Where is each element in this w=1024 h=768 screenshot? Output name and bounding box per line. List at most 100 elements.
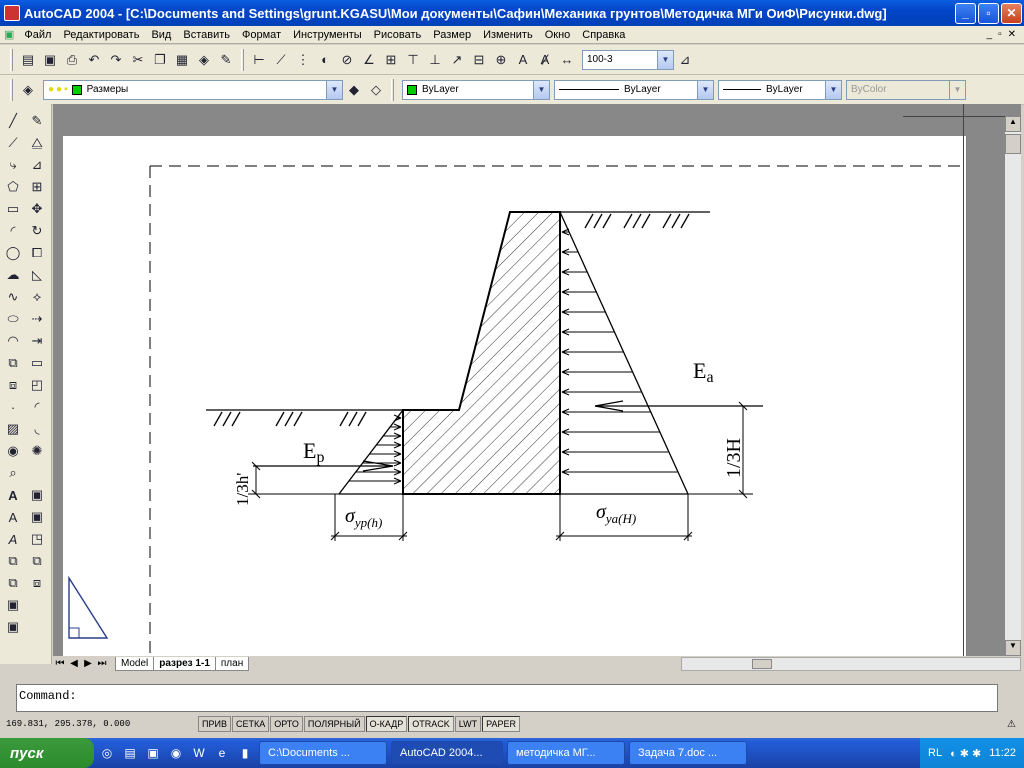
command-line[interactable]: Command: [16, 684, 998, 712]
dim-angular-icon[interactable]: ∠ [358, 49, 380, 71]
otrack-toggle[interactable]: OTRACK [408, 716, 454, 732]
join-icon[interactable]: ▭ [26, 352, 48, 374]
layer-tool-icon[interactable]: ⧉ [2, 550, 24, 572]
chevron-down-icon[interactable]: ▼ [825, 80, 841, 99]
rectangle-icon[interactable]: ▭ [2, 198, 24, 220]
paper-toggle[interactable]: PAPER [482, 716, 520, 732]
undo-icon[interactable]: ↶ [83, 49, 105, 71]
tab-section[interactable]: разрез 1-1 [153, 656, 216, 671]
color-select[interactable]: ByLayer ▼ [402, 79, 550, 100]
toolbar-grip[interactable] [10, 48, 13, 71]
mirror-icon[interactable]: ⧋ [26, 132, 48, 154]
erase-icon[interactable]: ✎ [26, 110, 48, 132]
array-icon[interactable]: ⊞ [26, 176, 48, 198]
comm-center-icon[interactable]: ⚠ [1007, 719, 1016, 730]
tab-first-button[interactable]: ⏮ [53, 658, 67, 669]
hatch-icon[interactable]: ▨ [2, 418, 24, 440]
doc-restore-button[interactable]: ▫ [998, 29, 1002, 40]
doc-close-button[interactable]: ✕ [1008, 29, 1016, 40]
quicklaunch-icon-3[interactable]: ▣ [143, 743, 163, 763]
menu-window[interactable]: Окно [539, 29, 577, 41]
quicklaunch-icon-2[interactable]: ▤ [120, 743, 140, 763]
menu-modify[interactable]: Изменить [477, 29, 539, 41]
menu-help[interactable]: Справка [576, 29, 631, 41]
dim-aligned-icon[interactable]: ⟋ [270, 49, 292, 71]
drawing-area[interactable]: Ea Ep 1/3H 1/3h' σyp(h) σya(H) [53, 104, 1021, 656]
cut-icon[interactable]: ✂ [127, 49, 149, 71]
fillet-icon[interactable]: ◜ [26, 396, 48, 418]
viewport-2-icon[interactable]: ▣ [26, 506, 48, 528]
tolerance-icon[interactable]: ⊟ [468, 49, 490, 71]
layer-tool-4-icon[interactable]: ▣ [2, 616, 24, 638]
copy-icon[interactable]: ❐ [149, 49, 171, 71]
chevron-down-icon[interactable]: ▼ [533, 80, 549, 99]
tab-model[interactable]: Model [115, 656, 155, 671]
menu-edit[interactable]: Редактировать [57, 29, 145, 41]
vertical-scrollbar[interactable]: ▲ ▼ [1005, 116, 1021, 656]
dim-style-icon[interactable]: ⊿ [674, 49, 696, 71]
paste-icon[interactable]: ▦ [171, 49, 193, 71]
match-properties-icon[interactable]: ✎ [215, 49, 237, 71]
construction-line-icon[interactable]: ⟋ [2, 132, 24, 154]
point-icon[interactable]: · [2, 396, 24, 418]
quicklaunch-icon-1[interactable]: ◎ [97, 743, 117, 763]
chevron-down-icon[interactable]: ▼ [326, 80, 342, 99]
circle-icon[interactable]: ◯ [2, 242, 24, 264]
layer-select[interactable]: ● ● ▪ Размеры ▼ [43, 79, 343, 100]
hscroll-thumb[interactable] [752, 658, 772, 669]
quicklaunch-icon-4[interactable]: ◉ [166, 743, 186, 763]
arc-icon[interactable]: ◜ [2, 220, 24, 242]
center-mark-icon[interactable]: ⊕ [490, 49, 512, 71]
layer-tool-2-icon[interactable]: ⧉ [2, 572, 24, 594]
menu-view[interactable]: Вид [145, 29, 177, 41]
menu-insert[interactable]: Вставить [177, 29, 236, 41]
stretch-icon[interactable]: ◺ [26, 264, 48, 286]
chamfer-icon[interactable]: ◰ [26, 374, 48, 396]
dim-linear-icon[interactable]: ⊢ [248, 49, 270, 71]
explode-icon[interactable]: ✺ [26, 440, 48, 462]
scroll-thumb[interactable] [1005, 134, 1021, 154]
trim-icon[interactable]: ⟡ [26, 286, 48, 308]
table-icon[interactable]: ⌕ [2, 462, 24, 484]
move-icon[interactable]: ✥ [26, 198, 48, 220]
insert-block-icon[interactable]: ⧉ [2, 352, 24, 374]
lwt-toggle[interactable]: LWT [454, 716, 482, 732]
ortho-toggle[interactable]: ОРТО [270, 716, 303, 732]
menu-format[interactable]: Формат [236, 29, 287, 41]
layer-previous-icon[interactable]: ◇ [365, 79, 387, 101]
make-block-icon[interactable]: ⧈ [2, 374, 24, 396]
leader-icon[interactable]: ↗ [446, 49, 468, 71]
quick-dim-icon[interactable]: ⊞ [380, 49, 402, 71]
menu-draw[interactable]: Рисовать [368, 29, 428, 41]
new-icon[interactable]: ▤ [17, 49, 39, 71]
redo-icon[interactable]: ↷ [105, 49, 127, 71]
task-autocad[interactable]: AutoCAD 2004... [391, 741, 503, 765]
start-button[interactable]: пуск [0, 738, 94, 768]
rotate-icon[interactable]: ↻ [26, 220, 48, 242]
fillet-2-icon[interactable]: ◟ [26, 418, 48, 440]
toolbar-grip[interactable] [241, 48, 244, 71]
maximize-button[interactable]: ▫ [978, 2, 999, 24]
close-button[interactable]: ✕ [1001, 2, 1022, 24]
ellipse-arc-icon[interactable]: ◠ [2, 330, 24, 352]
linetype-select[interactable]: ByLayer ▼ [554, 79, 714, 100]
dim-baseline-icon[interactable]: ⊤ [402, 49, 424, 71]
save-icon[interactable]: ▣ [39, 49, 61, 71]
viewport-3-icon[interactable]: ◳ [26, 528, 48, 550]
single-line-text-icon[interactable]: A [2, 506, 24, 528]
chevron-down-icon[interactable]: ▼ [657, 50, 673, 69]
scroll-down-button[interactable]: ▼ [1005, 640, 1021, 656]
viewport-5-icon[interactable]: ⧈ [26, 572, 48, 594]
lineweight-select[interactable]: ByLayer ▼ [718, 79, 842, 100]
horizontal-scrollbar[interactable] [681, 656, 1021, 671]
chevron-down-icon[interactable]: ▼ [697, 80, 713, 99]
paper-sheet[interactable]: Ea Ep 1/3H 1/3h' σyp(h) σya(H) [63, 136, 968, 656]
grid-toggle[interactable]: СЕТКА [231, 716, 270, 732]
polar-toggle[interactable]: ПОЛЯРНЫЙ [303, 716, 365, 732]
dim-style-select[interactable]: 100-3 ▼ [582, 49, 674, 70]
dim-radius-icon[interactable]: ◐ [314, 49, 336, 71]
tab-last-button[interactable]: ⏭ [95, 658, 109, 669]
tab-next-button[interactable]: ▶ [81, 658, 95, 669]
ie-icon[interactable]: e [212, 743, 232, 763]
print-icon[interactable]: ⎙ [61, 49, 83, 71]
